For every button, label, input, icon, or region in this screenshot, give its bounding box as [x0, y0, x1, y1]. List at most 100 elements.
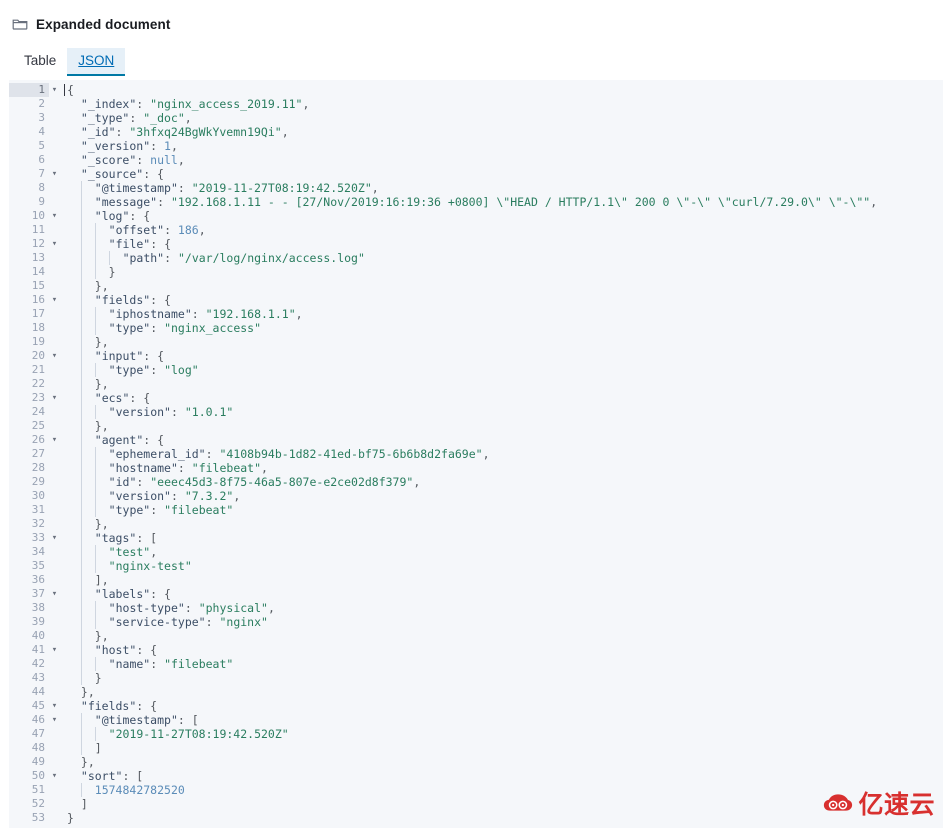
line-number: 2: [9, 97, 49, 111]
fold-toggle-icon[interactable]: ▾: [49, 237, 60, 251]
code-line-content: ],: [60, 573, 943, 587]
indent-guide: [67, 489, 81, 503]
line-number: 30: [9, 489, 49, 503]
code-line-content: "host-type": "physical",: [60, 601, 943, 615]
code-line: 8 "@timestamp": "2019-11-27T08:19:42.520Z…: [9, 181, 943, 195]
line-number: 34: [9, 545, 49, 559]
code-line: 39 "service-type": "nginx": [9, 615, 943, 629]
code-line: 29 "id": "eeec45d3-8f75-46a5-807e-e2ce02d…: [9, 475, 943, 489]
code-token: : {: [129, 391, 151, 405]
line-number: 28: [9, 461, 49, 475]
code-line-content: "service-type": "nginx": [60, 615, 943, 629]
indent-guide: [80, 601, 96, 615]
code-token: ,: [184, 111, 192, 125]
code-token: "path": [122, 251, 165, 265]
code-line: 3 "_type": "_doc",: [9, 111, 943, 125]
indent-guide: [67, 265, 81, 279]
indent-guide: [67, 741, 81, 755]
fold-toggle-icon[interactable]: ▾: [49, 433, 60, 447]
code-token: :: [136, 153, 151, 167]
code-token: :: [184, 601, 199, 615]
indent-guide: [67, 377, 81, 391]
code-line-content: "_score": null,: [60, 153, 943, 167]
fold-toggle-icon[interactable]: ▾: [49, 587, 60, 601]
json-code-editor[interactable]: 1 ▾{2 "_index": "nginx_access_2019.11", 3 "_…: [9, 80, 943, 828]
line-number: 41: [9, 643, 49, 657]
line-number: 44: [9, 685, 49, 699]
indent-guide: [67, 97, 81, 111]
code-line: 1 ▾ {: [9, 83, 943, 97]
indent-guide: [67, 797, 81, 811]
code-token: "tags": [94, 531, 137, 545]
code-token: "ecs": [94, 391, 130, 405]
code-line-content: "message": "192.168.1.11 - - [27/Nov/201…: [60, 195, 943, 209]
indent-guide: [67, 587, 81, 601]
code-token: "fields": [94, 293, 151, 307]
code-token: :: [157, 195, 171, 209]
fold-toggle-icon[interactable]: ▾: [49, 167, 60, 181]
fold-toggle-icon[interactable]: ▾: [49, 769, 60, 783]
code-token: "_version": [80, 139, 151, 153]
code-token: }: [94, 671, 102, 685]
fold-toggle-icon[interactable]: ▾: [49, 713, 60, 727]
fold-toggle-icon[interactable]: ▾: [49, 699, 60, 713]
line-number: 18: [9, 321, 49, 335]
code-token: :: [191, 307, 206, 321]
indent-guide: [67, 237, 81, 251]
line-number: 19: [9, 335, 49, 349]
indent-guide: [80, 671, 96, 685]
line-number: 43: [9, 671, 49, 685]
code-line: 16 ▾ "fields": {: [9, 293, 943, 307]
line-number: 50: [9, 769, 49, 783]
code-line: 47 "2019-11-27T08:19:42.520Z": [9, 727, 943, 741]
line-number: 36: [9, 573, 49, 587]
indent-guide: [67, 671, 81, 685]
fold-toggle-icon[interactable]: ▾: [49, 209, 60, 223]
tab-json[interactable]: JSON: [67, 48, 126, 76]
code-token: }: [108, 265, 116, 279]
fold-toggle-icon[interactable]: ▾: [49, 293, 60, 307]
code-line: 25},: [9, 419, 943, 433]
code-token: : [: [177, 713, 199, 727]
code-line: 44},: [9, 685, 943, 699]
code-token: "type": [108, 363, 151, 377]
code-line-content: "iphostname": "192.168.1.1",: [60, 307, 943, 321]
code-line-content: "sort": [: [60, 769, 943, 783]
code-token: ,: [302, 97, 310, 111]
code-token: :: [177, 181, 192, 195]
code-line: 48]: [9, 741, 943, 755]
indent-guide: [67, 475, 81, 489]
indent-guide: [67, 559, 81, 573]
fold-toggle-icon[interactable]: ▾: [49, 83, 60, 97]
code-token: ,: [177, 153, 185, 167]
code-token: "iphostname": [108, 307, 192, 321]
line-number: 16: [9, 293, 49, 307]
indent-guide: [94, 363, 110, 377]
code-line-content: },: [60, 755, 943, 769]
code-token: "agent": [94, 433, 144, 447]
code-token: },: [94, 629, 109, 643]
indent-guide: [94, 461, 110, 475]
indent-guide: [94, 615, 110, 629]
code-token: "2019-11-27T08:19:42.520Z": [191, 181, 372, 195]
line-number: 17: [9, 307, 49, 321]
code-token: "type": [108, 321, 151, 335]
fold-toggle-icon[interactable]: ▾: [49, 531, 60, 545]
line-number: 33: [9, 531, 49, 545]
line-number: 42: [9, 657, 49, 671]
fold-toggle-icon[interactable]: ▾: [49, 643, 60, 657]
tab-table[interactable]: Table: [13, 48, 67, 76]
fold-toggle-icon[interactable]: ▾: [49, 349, 60, 363]
indent-guide: [67, 167, 81, 181]
indent-guide: [80, 293, 96, 307]
line-number: 27: [9, 447, 49, 461]
fold-toggle-icon[interactable]: ▾: [49, 391, 60, 405]
code-line-content: "fields": {: [60, 293, 943, 307]
